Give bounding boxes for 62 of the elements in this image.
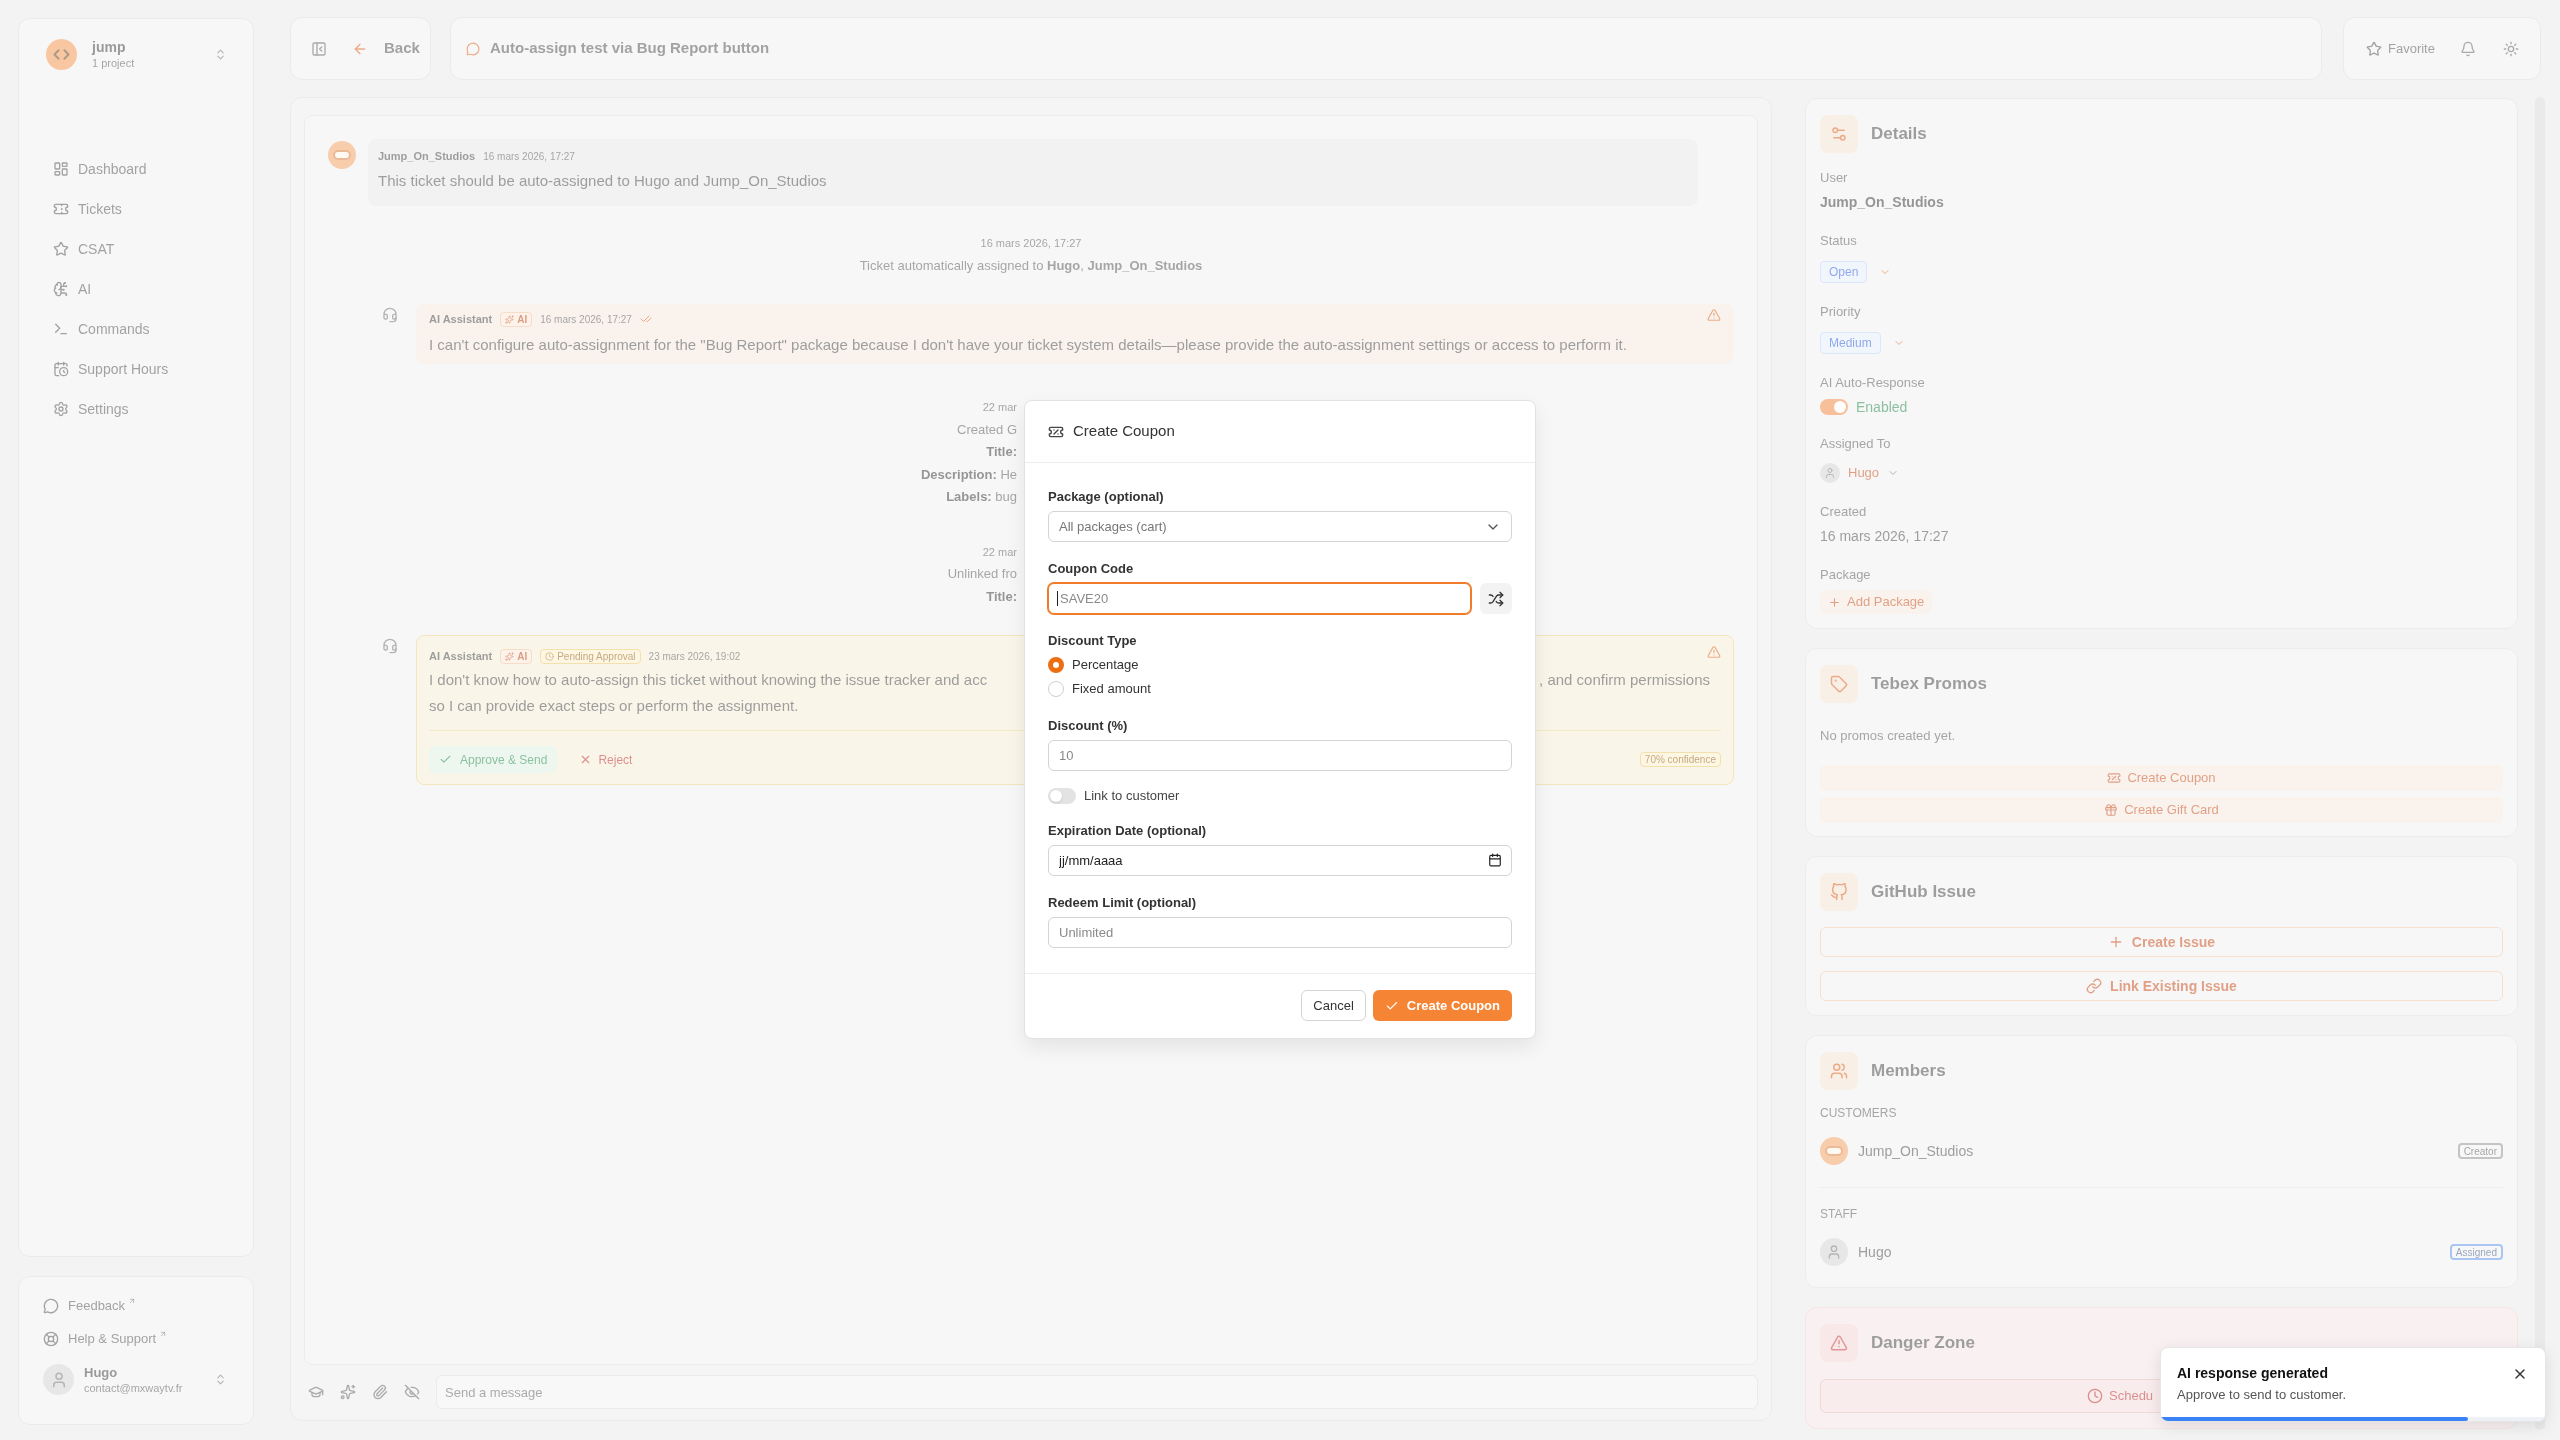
event-text: Title: xyxy=(986,443,1017,461)
message-text: , and confirm permissions xyxy=(1539,670,1710,690)
field-label: Assigned To xyxy=(1820,435,1891,453)
status-label: Pending Approval xyxy=(557,649,636,664)
message-time: 16 mars 2026, 17:27 xyxy=(540,312,632,327)
ticket-title: Auto-assign test via Bug Report button xyxy=(490,38,770,59)
group-heading: STAFF xyxy=(1820,1206,1858,1222)
field-label: Redeem Limit (optional) xyxy=(1048,894,1197,912)
event-text: Title: xyxy=(986,587,1017,606)
author-name: AI Assistant xyxy=(429,648,493,664)
message-time: 16 mars 2026, 17:27 xyxy=(483,149,575,164)
field-label: Priority xyxy=(1820,303,1861,321)
role-tag: Assigned xyxy=(2449,1244,2503,1260)
member-name: Jump_On_Studios xyxy=(1858,1141,1974,1161)
event-date: 16 mars 2026, 17:27 xyxy=(980,236,1082,251)
workspace-name: jump xyxy=(92,38,127,56)
message-text: This ticket should be auto-assigned to Hugo and Jump_On_Studios xyxy=(378,171,828,191)
field-label: Expiration Date (optional) xyxy=(1048,822,1207,840)
card-title: Members xyxy=(1871,1060,1946,1083)
ai-label: AI xyxy=(517,312,528,327)
field-value: Jump_On_Studios xyxy=(1820,193,1944,212)
event-text: Description: He xyxy=(920,465,1017,484)
field-label: User xyxy=(1820,169,1848,187)
field-label: Status xyxy=(1820,232,1857,250)
card-title: GitHub Issue xyxy=(1871,881,1976,904)
member-name: Hugo xyxy=(1858,1242,1892,1262)
message-text: so I can provide exact steps or perform the assignment. xyxy=(429,696,799,716)
field-value: 16 mars 2026, 17:27 xyxy=(1820,527,1949,546)
toggle-state-label: Enabled xyxy=(1856,397,1908,417)
ai-label: AI xyxy=(517,649,528,664)
message-text: I don't know how to auto-assign this ticket without knowing the issue tracker and acc xyxy=(429,670,988,690)
switch-label: Link to customer xyxy=(1084,787,1180,806)
event-text: Labels: bug xyxy=(946,488,1017,506)
role-tag: Creator xyxy=(2457,1143,2503,1159)
toast-message: Approve to send to customer. xyxy=(2177,1386,2347,1404)
group-heading: CUSTOMERS xyxy=(1820,1105,1897,1121)
user-name: Hugo xyxy=(84,1364,119,1381)
user-email: contact@mxwaytv.fr xyxy=(84,1380,183,1395)
field-label: Created xyxy=(1820,503,1867,521)
card-title: Danger Zone xyxy=(1871,1332,1975,1355)
field-label: Coupon Code xyxy=(1048,560,1134,578)
field-label: Discount Type xyxy=(1048,632,1137,650)
field-label: Discount (%) xyxy=(1048,717,1128,735)
field-label: Package xyxy=(1820,566,1871,584)
card-title: Details xyxy=(1871,123,1927,146)
dialog-title: Create Coupon xyxy=(1073,421,1175,442)
event-text: Ticket automatically assigned to Hugo, Jump_On_Studios xyxy=(859,256,1203,275)
workspace-subtitle: 1 project xyxy=(92,55,135,70)
field-label: Package (optional) xyxy=(1048,488,1164,506)
card-title: Tebex Promos xyxy=(1871,673,1987,696)
event-date: 22 mar xyxy=(982,544,1017,560)
event-text: Created G xyxy=(957,420,1017,439)
event-text: Unlinked fro xyxy=(947,565,1017,583)
author-name: AI Assistant xyxy=(429,311,493,327)
message-time: 23 mars 2026, 19:02 xyxy=(648,649,741,664)
field-label: AI Auto-Response xyxy=(1820,374,1925,392)
event-date: 22 mar xyxy=(982,400,1017,415)
empty-state-text: No promos created yet. xyxy=(1820,727,1956,745)
message-text: I can't configure auto-assignment for the "Bug Report" package because I don't have your ticket system details—please provide the auto-assignment settings or access to perform it. xyxy=(429,335,1627,355)
toast-title: AI response generated xyxy=(2177,1364,2328,1383)
confidence-badge: 70% confidence xyxy=(1639,752,1721,767)
author-name: Jump_On_Studios xyxy=(378,148,476,164)
